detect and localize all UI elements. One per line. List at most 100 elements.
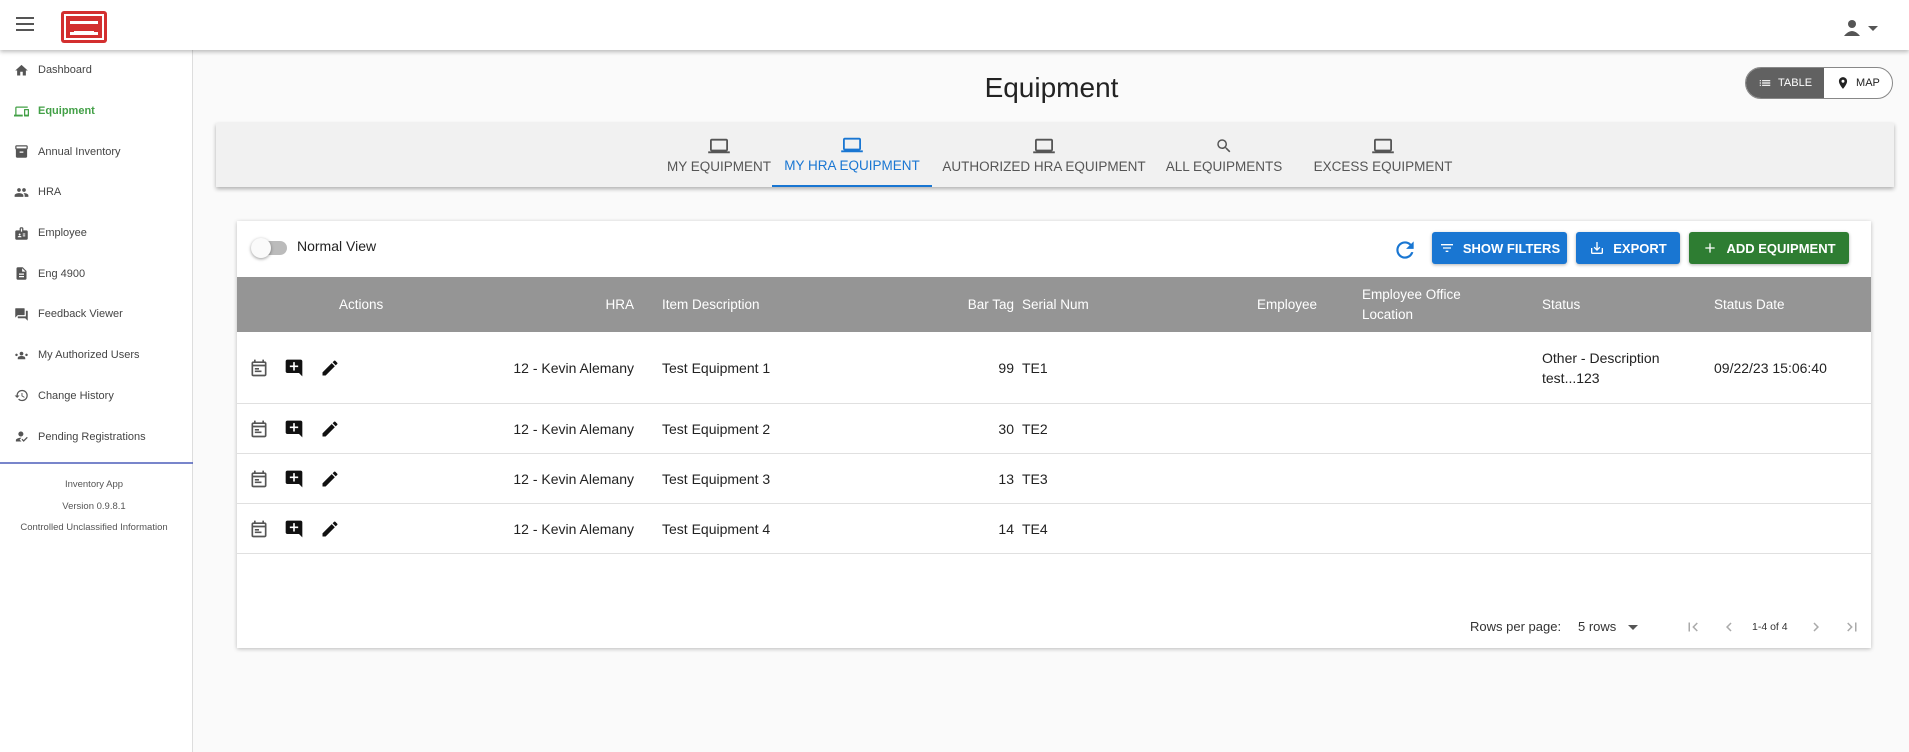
- edit-icon: [322, 359, 338, 375]
- cell-hra: 12 - Kevin Alemany: [513, 520, 634, 537]
- column-header-employee[interactable]: Employee: [1217, 277, 1317, 332]
- tab-label: AUTHORIZED HRA EQUIPMENT: [942, 158, 1146, 174]
- menu-icon[interactable]: [16, 17, 34, 33]
- feedback-icon: [15, 308, 28, 321]
- next-page-icon[interactable]: [1807, 618, 1825, 636]
- sidebar-item-change-history[interactable]: Change History: [0, 376, 192, 417]
- sidebar-item-dashboard[interactable]: Dashboard: [0, 50, 192, 91]
- inventory-icon: [15, 145, 28, 158]
- tab-all-equipments[interactable]: ALL EQUIPMENTS: [1156, 123, 1292, 187]
- location-pin-icon: [1838, 77, 1848, 89]
- column-header-employee-office-location[interactable]: Employee Office Location: [1362, 277, 1482, 332]
- people-icon: [14, 188, 29, 197]
- cell-status: [1542, 404, 1692, 453]
- edit-button[interactable]: [320, 454, 340, 503]
- column-header-serial-num[interactable]: Serial Num: [1022, 277, 1089, 332]
- map-view-label: MAP: [1856, 77, 1880, 89]
- account-icon: [1844, 20, 1878, 36]
- previous-page-icon[interactable]: [1720, 618, 1738, 636]
- cell-status: [1542, 504, 1692, 553]
- home-icon: [15, 64, 28, 76]
- cell-employee: [1217, 404, 1317, 453]
- status-history-button[interactable]: [249, 454, 269, 503]
- normal-view-switch[interactable]: [251, 238, 287, 258]
- column-header-status-date[interactable]: Status Date: [1714, 277, 1785, 332]
- cell-employee: [1217, 454, 1317, 503]
- add-equipment-button[interactable]: ADD EQUIPMENT: [1689, 232, 1849, 264]
- edit-button[interactable]: [320, 404, 340, 453]
- calendar-icon: [251, 420, 267, 437]
- export-label: EXPORT: [1613, 240, 1667, 256]
- download-icon: [1591, 242, 1604, 254]
- add-comment-icon: [285, 420, 303, 437]
- group-icon: [15, 351, 28, 359]
- tab-label: MY EQUIPMENT: [666, 158, 771, 174]
- tab-my-equipment[interactable]: MY EQUIPMENT: [655, 123, 783, 187]
- sidebar-item-pending-registrations[interactable]: Pending Registrations: [0, 416, 192, 457]
- sidebar-item-equipment[interactable]: Equipment: [0, 91, 192, 132]
- cell-serial-num: TE4: [1022, 520, 1048, 537]
- column-header-actions[interactable]: Actions: [339, 277, 383, 332]
- export-button[interactable]: EXPORT: [1576, 232, 1680, 264]
- add-comment-button[interactable]: [284, 504, 304, 553]
- app-name: Inventory App: [64, 479, 124, 490]
- column-header-item-description[interactable]: Item Description: [662, 277, 760, 332]
- sidebar-item-label: Annual Inventory: [38, 145, 121, 158]
- sidebar-item-label: Employee: [38, 227, 87, 240]
- add-comment-button[interactable]: [284, 332, 304, 403]
- normal-view-label: Normal View: [297, 238, 377, 254]
- cell-hra: 12 - Kevin Alemany: [513, 359, 634, 376]
- add-comment-icon: [285, 359, 303, 376]
- sidebar-item-hra[interactable]: HRA: [0, 172, 192, 213]
- edit-button[interactable]: [320, 332, 340, 403]
- rows-per-page-select[interactable]: 5 rows: [1578, 619, 1638, 634]
- cell-hra: 12 - Kevin Alemany: [513, 470, 634, 487]
- tab-excess-equipment[interactable]: EXCESS EQUIPMENT: [1308, 123, 1458, 187]
- laptop-icon: [1033, 138, 1055, 153]
- table-header: Actions HRA Item Description Bar Tag Ser…: [237, 277, 1871, 332]
- account-menu-button[interactable]: [1843, 18, 1879, 38]
- last-page-icon[interactable]: [1843, 618, 1861, 636]
- plus-icon: [1705, 243, 1716, 253]
- app-version: Version 0.9.8.1: [62, 500, 126, 512]
- show-filters-button[interactable]: SHOW FILTERS: [1432, 232, 1567, 264]
- cell-status: Other - Description test...123: [1542, 349, 1660, 386]
- tab-label: ALL EQUIPMENTS: [1165, 158, 1283, 174]
- edit-icon: [322, 420, 338, 436]
- sidebar-item-my-authorized-users[interactable]: My Authorized Users: [0, 335, 192, 376]
- sidebar-item-employee[interactable]: Employee: [0, 213, 192, 254]
- refresh-icon[interactable]: [1392, 237, 1418, 263]
- add-equipment-label: ADD EQUIPMENT: [1726, 240, 1836, 256]
- table-view-button[interactable]: TABLE: [1746, 68, 1825, 98]
- add-comment-button[interactable]: [284, 454, 304, 503]
- sidebar-item-label: Eng 4900: [38, 267, 86, 280]
- add-comment-button[interactable]: [284, 404, 304, 453]
- equipment-tabs: MY EQUIPMENT MY HRA EQUIPMENT AUTHORIZED…: [216, 123, 1894, 187]
- status-history-button[interactable]: [249, 332, 269, 403]
- add-comment-icon: [285, 470, 303, 487]
- map-view-button[interactable]: MAP: [1824, 68, 1892, 98]
- edit-button[interactable]: [320, 504, 340, 553]
- table-view-label: TABLE: [1778, 77, 1813, 89]
- tab-authorized-hra-equipment[interactable]: AUTHORIZED HRA EQUIPMENT: [942, 123, 1146, 187]
- chevron-down-icon: [1627, 624, 1638, 630]
- status-history-button[interactable]: [249, 404, 269, 453]
- add-comment-icon: [285, 520, 303, 537]
- cell-employee-office-location: [1362, 404, 1512, 453]
- document-icon: [16, 267, 27, 281]
- usace-castle-logo[interactable]: [61, 11, 107, 43]
- sidebar-item-eng-4900[interactable]: Eng 4900: [0, 253, 192, 294]
- calendar-icon: [251, 470, 267, 487]
- first-page-icon[interactable]: [1684, 618, 1702, 636]
- column-header-hra[interactable]: HRA: [457, 277, 634, 332]
- sidebar-item-label: Change History: [38, 389, 114, 402]
- sidebar-item-feedback-viewer[interactable]: Feedback Viewer: [0, 294, 192, 335]
- tab-my-hra-equipment[interactable]: MY HRA EQUIPMENT: [772, 123, 932, 187]
- sidebar-item-label: Equipment: [38, 105, 95, 118]
- list-icon: [1759, 80, 1771, 86]
- sidebar-item-annual-inventory[interactable]: Annual Inventory: [0, 131, 192, 172]
- column-header-status[interactable]: Status: [1542, 277, 1580, 332]
- status-history-button[interactable]: [249, 504, 269, 553]
- show-filters-label: SHOW FILTERS: [1462, 240, 1561, 256]
- column-header-bar-tag[interactable]: Bar Tag: [857, 277, 1014, 332]
